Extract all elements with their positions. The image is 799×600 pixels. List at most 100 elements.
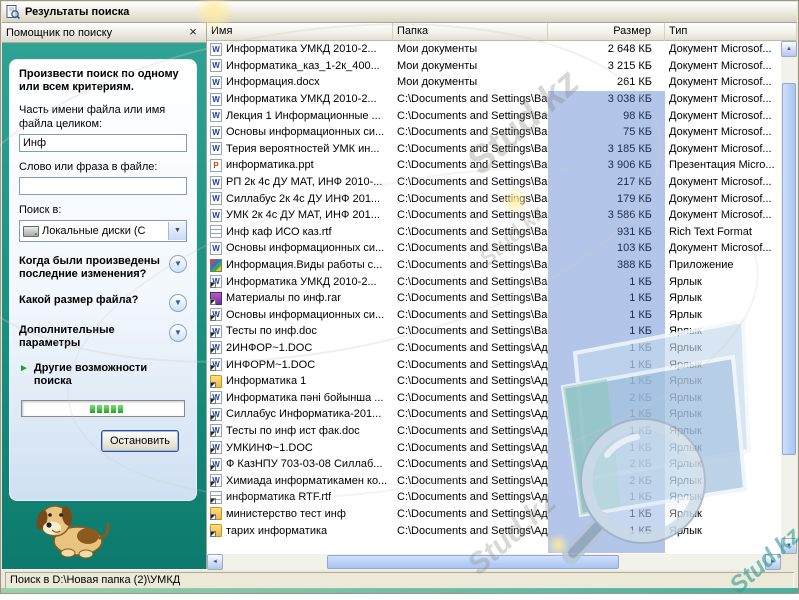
table-row[interactable]: WИнформатика_каз_1-2к_400...Мои документ… (207, 58, 781, 75)
sidebar-header-label: Помощник по поиску (6, 27, 112, 39)
table-row[interactable]: WИнформатика УМКД 2010-2...Мои документы… (207, 41, 781, 58)
expand-date-button[interactable]: ▼ (169, 255, 187, 273)
file-folder: C:\Documents and Settings\Адм... (393, 359, 548, 371)
file-name: РП 2к 4с ДУ МАТ, ИНФ 2010-... (226, 176, 382, 188)
table-row[interactable]: WИнформация.docxМои документы261 КБДокум… (207, 74, 781, 91)
column-header-name[interactable]: Имя (207, 23, 393, 41)
filename-input[interactable] (19, 134, 187, 152)
section-advanced-label: Дополнительные параметры (19, 324, 169, 350)
scroll-right-icon[interactable]: ► (765, 554, 781, 570)
search-companion-sidebar: Помощник по поиску × Произвести поиск по… (2, 23, 206, 570)
file-type: Ярлык (665, 408, 781, 420)
file-type: Ярлык (665, 342, 781, 354)
scroll-up-icon[interactable]: ▲ (781, 41, 797, 57)
file-name: Тесты по инф ист фак.doc (226, 425, 360, 437)
search-results-list: Имя Папка Размер Тип WИнформатика УМКД 2… (206, 23, 797, 570)
file-name: Материалы по инф.rar (226, 292, 341, 304)
file-type: Ярлык (665, 491, 781, 503)
table-row[interactable]: WСиллабус 2к 4с ДУ ИНФ 201...C:\Document… (207, 190, 781, 207)
table-row[interactable]: WРП 2к 4с ДУ МАТ, ИНФ 2010-...C:\Documen… (207, 174, 781, 191)
table-row[interactable]: WТесты по инф.docC:\Documents and Settin… (207, 323, 781, 340)
file-size: 1 КБ (548, 342, 665, 354)
file-name: Информатика пәні бойынша ... (226, 392, 383, 404)
file-size: 3 586 КБ (548, 209, 665, 221)
table-row[interactable]: Материалы по инф.rarC:\Documents and Set… (207, 290, 781, 307)
stop-button[interactable]: Остановить (101, 430, 179, 452)
search-progress-bar (21, 400, 185, 417)
column-header-size[interactable]: Размер (548, 23, 665, 41)
file-size: 1 КБ (548, 375, 665, 387)
table-row[interactable]: WОсновы информационных си...C:\Documents… (207, 307, 781, 324)
file-list-rows: WИнформатика УМКД 2010-2...Мои документы… (207, 41, 781, 554)
table-row[interactable]: WФ КазНПУ 703-03-08 Силлаб...C:\Document… (207, 456, 781, 473)
table-row[interactable]: WСиллабус Информатика-201...C:\Documents… (207, 406, 781, 423)
file-size: 1 КБ (548, 325, 665, 337)
table-row[interactable]: информатика RTF.rtfC:\Documents and Sett… (207, 489, 781, 506)
file-type: Документ Microsof... (665, 193, 781, 205)
word-file-icon: W (210, 408, 222, 421)
table-row[interactable]: WОсновы информационных си...C:\Documents… (207, 124, 781, 141)
table-row[interactable]: WТесты по инф ист фак.docC:\Documents an… (207, 423, 781, 440)
horizontal-scrollbar-thumb[interactable] (327, 555, 619, 569)
file-type: Документ Microsof... (665, 143, 781, 155)
file-size: 2 КБ (548, 475, 665, 487)
file-name: Химиада информатикамен ко... (226, 475, 387, 487)
search-results-window: Результаты поиска Помощник по поиску × П… (0, 0, 799, 594)
close-icon[interactable]: × (184, 24, 202, 41)
file-folder: C:\Documents and Settings\Адм... (393, 508, 548, 520)
table-row[interactable]: WЛекция 1 Информационные ...C:\Documents… (207, 107, 781, 124)
column-header-folder[interactable]: Папка (393, 23, 548, 41)
phrase-input[interactable] (19, 177, 187, 195)
scroll-left-icon[interactable]: ◄ (207, 554, 223, 570)
table-row[interactable]: W2ИНФОР~1.DOCC:\Documents and Settings\А… (207, 340, 781, 357)
shortcut-arrow-icon (210, 431, 216, 437)
file-name: Терия вероятностей УМК ин... (226, 143, 380, 155)
file-type: Ярлык (665, 325, 781, 337)
table-row[interactable]: WИнформатика УМКД 2010-2...C:\Documents … (207, 273, 781, 290)
table-row[interactable]: Инф каф ИСО каз.rtfC:\Documents and Sett… (207, 224, 781, 241)
expand-advanced-button[interactable]: ▼ (169, 324, 187, 342)
table-row[interactable]: WУМК 2к 4с ДУ МАТ, ИНФ 201...C:\Document… (207, 207, 781, 224)
scroll-down-icon[interactable]: ▼ (781, 538, 797, 554)
table-row[interactable]: Информатика 1C:\Documents and Settings\А… (207, 373, 781, 390)
file-type: Ярлык (665, 442, 781, 454)
table-row[interactable]: WУМКИНФ~1.DOCC:\Documents and Settings\А… (207, 439, 781, 456)
table-row[interactable]: Pинформатика.pptC:\Documents and Setting… (207, 157, 781, 174)
chevron-down-icon[interactable]: ▼ (168, 222, 186, 240)
search-location-dropdown[interactable]: Локальные диски (C ▼ (19, 220, 187, 242)
table-row[interactable]: WОсновы информационных си...C:\Documents… (207, 240, 781, 257)
file-size: 261 КБ (548, 76, 665, 88)
word-file-icon: W (210, 358, 222, 371)
file-name: Информация.docx (226, 76, 320, 88)
column-header-type[interactable]: Тип (665, 23, 797, 41)
table-row[interactable]: WИНФОРМ~1.DOCC:\Documents and Settings\А… (207, 356, 781, 373)
word-file-icon: W (210, 59, 222, 72)
file-size: 2 КБ (548, 458, 665, 470)
vertical-scrollbar[interactable]: ▲ ▼ (781, 41, 797, 554)
horizontal-scrollbar[interactable]: ◄ ► (207, 554, 781, 570)
other-search-options-link[interactable]: ► Другие возможности поиска (19, 362, 187, 388)
shortcut-arrow-icon (210, 498, 216, 504)
table-row[interactable]: WИнформатика УМКД 2010-2...C:\Documents … (207, 91, 781, 108)
file-folder: C:\Documents and Settings\Bah... (393, 325, 548, 337)
file-size: 1 КБ (548, 292, 665, 304)
file-folder: C:\Documents and Settings\Bah... (393, 309, 548, 321)
puppy-mascot-image[interactable] (30, 496, 114, 560)
table-row[interactable]: тарих информатикаC:\Documents and Settin… (207, 522, 781, 539)
title-bar[interactable]: Результаты поиска (2, 2, 797, 23)
file-name: Основы информационных си... (226, 126, 384, 138)
shortcut-arrow-icon (210, 531, 216, 537)
file-name: Инф каф ИСО каз.rtf (226, 226, 332, 238)
vertical-scrollbar-thumb[interactable] (782, 83, 796, 455)
file-folder: C:\Documents and Settings\Bah... (393, 259, 548, 271)
file-type: Ярлык (665, 525, 781, 537)
file-name: Силлабус Информатика-201... (226, 408, 381, 420)
file-size: 75 КБ (548, 126, 665, 138)
file-type: Ярлык (665, 276, 781, 288)
table-row[interactable]: WИнформатика пәні бойынша ...C:\Document… (207, 389, 781, 406)
expand-size-button[interactable]: ▼ (169, 294, 187, 312)
table-row[interactable]: WХимиада информатикамен ко...C:\Document… (207, 472, 781, 489)
table-row[interactable]: WТерия вероятностей УМК ин...C:\Document… (207, 141, 781, 158)
table-row[interactable]: министерство тест инфC:\Documents and Se… (207, 506, 781, 523)
table-row[interactable]: Информация.Виды работы с...C:\Documents … (207, 257, 781, 274)
